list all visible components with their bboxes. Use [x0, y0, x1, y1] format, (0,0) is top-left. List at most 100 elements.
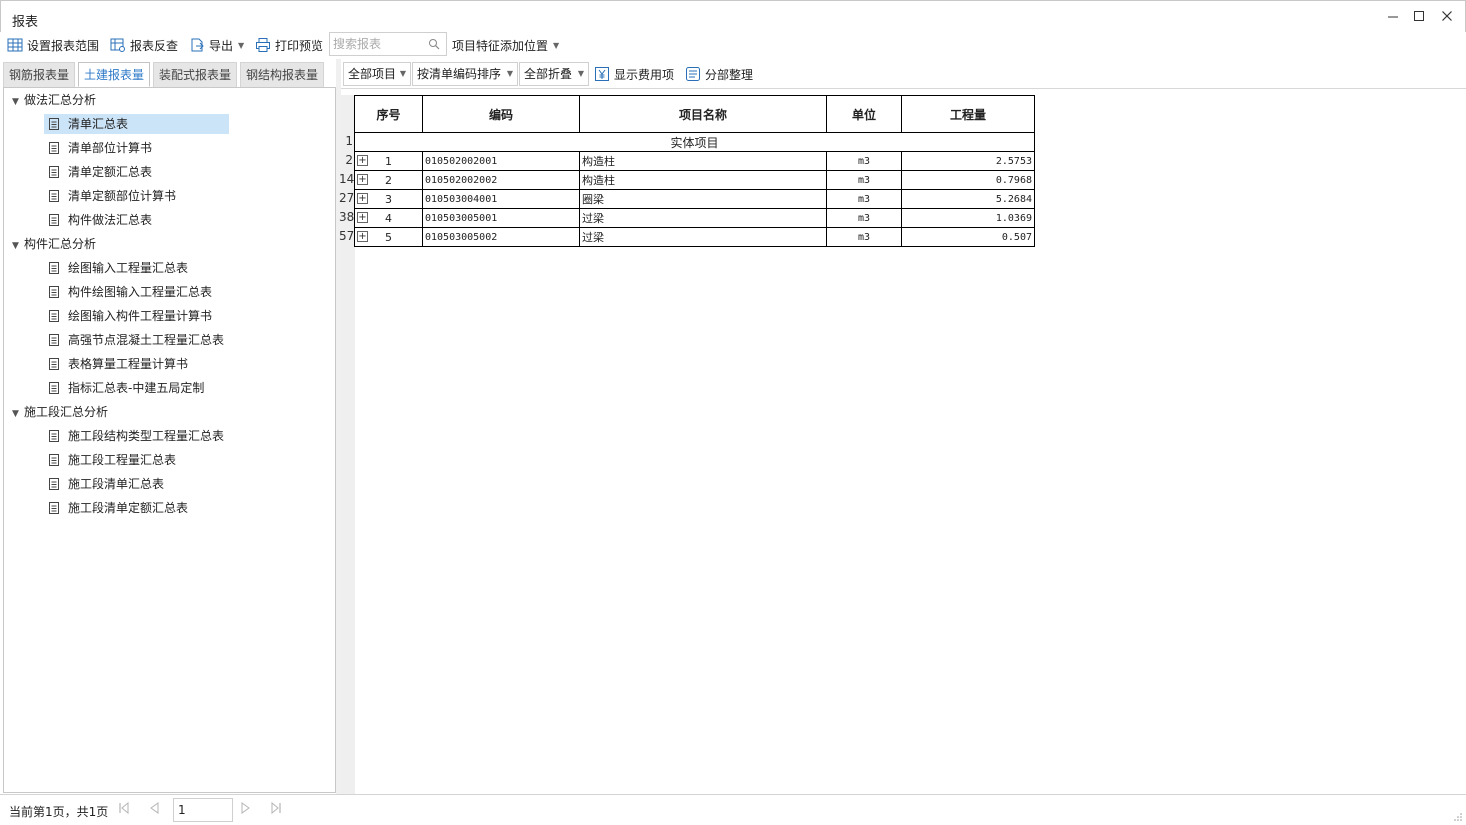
- search-report-box: [329, 32, 447, 56]
- section-row: 实体项目: [354, 132, 1035, 152]
- tree-item[interactable]: 指标汇总表-中建五局定制: [48, 378, 204, 398]
- set-range-label: 设置报表范围: [27, 38, 100, 53]
- tree-item-label: 绘图输入工程量汇总表: [68, 261, 189, 275]
- unit-cell: m3: [826, 170, 902, 190]
- tree-group-component-summary[interactable]: ▼ 构件汇总分析: [12, 233, 96, 255]
- fold-dropdown[interactable]: 全部折叠 ▼: [519, 62, 589, 86]
- tree-item[interactable]: 绘图输入工程量汇总表: [48, 258, 188, 278]
- tab-rebar-report[interactable]: 钢筋报表量: [3, 62, 75, 87]
- name-cell: 过梁: [579, 227, 827, 247]
- document-icon: [49, 166, 59, 178]
- printer-icon: [256, 38, 270, 52]
- unit-cell: m3: [826, 151, 902, 171]
- expand-plus-icon[interactable]: +: [357, 174, 368, 185]
- tree-item[interactable]: 清单部位计算书: [48, 138, 152, 158]
- document-icon: [49, 382, 59, 394]
- chevron-down-icon: ▼: [399, 69, 406, 78]
- reverse-check-button[interactable]: 报表反查: [110, 35, 178, 55]
- tree-item[interactable]: 清单定额部位计算书: [48, 186, 176, 206]
- seq-cell: +5: [354, 227, 423, 247]
- tree-item[interactable]: 构件做法汇总表: [48, 210, 152, 230]
- report-type-tabs: 钢筋报表量 土建报表量 装配式报表量 钢结构报表量: [0, 59, 336, 87]
- expand-arrow-icon[interactable]: ▼: [12, 403, 24, 425]
- prev-page-button[interactable]: [146, 802, 162, 818]
- document-icon: [49, 334, 59, 346]
- expand-plus-icon[interactable]: +: [357, 193, 368, 204]
- main-toolbar: 设置报表范围 报表反查 导出 ▼ 打印预览 项目特征添加位置 ▼: [0, 32, 1466, 58]
- left-panel: 钢筋报表量 土建报表量 装配式报表量 钢结构报表量 ▼ 做法汇总分析 清单汇总表 …: [0, 59, 336, 794]
- print-preview-button[interactable]: 打印预览: [255, 35, 323, 55]
- tree-item[interactable]: 高强节点混凝土工程量汇总表: [48, 330, 224, 350]
- next-page-button[interactable]: [238, 802, 254, 818]
- tree-item[interactable]: 施工段结构类型工程量汇总表: [48, 426, 224, 446]
- document-icon: [49, 142, 59, 154]
- next-page-icon: [241, 802, 250, 814]
- set-range-button[interactable]: 设置报表范围: [7, 35, 99, 55]
- resize-grip-icon[interactable]: [1453, 812, 1463, 822]
- tab-prefab-report[interactable]: 装配式报表量: [153, 62, 237, 87]
- tree-item-label: 清单定额部位计算书: [68, 189, 177, 203]
- sort-dropdown[interactable]: 按清单编码排序 ▼: [412, 62, 518, 86]
- column-header: 编码: [422, 95, 580, 133]
- close-button[interactable]: [1437, 9, 1457, 27]
- tab-civil-report[interactable]: 土建报表量: [78, 62, 150, 87]
- tree-item-label: 绘图输入构件工程量计算书: [68, 309, 213, 323]
- maximize-button[interactable]: [1409, 9, 1429, 27]
- show-fee-button[interactable]: 显示费用项: [594, 64, 674, 84]
- qty-cell: 0.507: [901, 227, 1035, 247]
- search-icon[interactable]: [428, 38, 440, 50]
- first-page-button[interactable]: [116, 801, 132, 818]
- all-items-dropdown[interactable]: 全部项目 ▼: [343, 62, 411, 86]
- section-arrange-label: 分部整理: [705, 67, 754, 82]
- document-icon: [49, 262, 59, 274]
- name-cell: 圈梁: [579, 189, 827, 209]
- tree-item[interactable]: 构件绘图输入工程量汇总表: [48, 282, 212, 302]
- print-preview-label: 打印预览: [275, 38, 324, 53]
- table-row[interactable]: +1 010502002001 构造柱 m3 2.5753: [354, 151, 1035, 171]
- expand-plus-icon[interactable]: +: [357, 231, 368, 242]
- minimize-button[interactable]: [1383, 9, 1403, 27]
- tree-item-label: 构件做法汇总表: [68, 213, 153, 227]
- expand-plus-icon[interactable]: +: [357, 212, 368, 223]
- export-button[interactable]: 导出 ▼: [189, 35, 244, 55]
- tree-item-label: 表格算量工程量计算书: [68, 357, 189, 371]
- chevron-down-icon: ▼: [238, 40, 245, 50]
- table-header-row: 序号 编码 项目名称 单位 工程量: [354, 95, 1035, 133]
- tree-group-stage-summary[interactable]: ▼ 施工段汇总分析: [12, 401, 108, 423]
- tree-item[interactable]: 施工段工程量汇总表: [48, 450, 176, 470]
- name-cell: 构造柱: [579, 151, 827, 171]
- tree-item[interactable]: 施工段清单汇总表: [48, 474, 164, 494]
- tree-group-label: 施工段汇总分析: [24, 405, 109, 419]
- export-icon: [191, 38, 204, 52]
- last-page-icon: [271, 801, 281, 815]
- feature-position-dropdown[interactable]: 项目特征添加位置 ▼: [452, 35, 559, 55]
- report-toolbar: 全部项目 ▼ 按清单编码排序 ▼ 全部折叠 ▼ 显示费用项 分部整理: [341, 60, 1466, 88]
- fold-label: 全部折叠: [524, 67, 573, 81]
- chevron-down-icon: ▼: [506, 69, 513, 78]
- table-row[interactable]: +2 010502002002 构造柱 m3 0.7968: [354, 170, 1035, 190]
- table-row[interactable]: +3 010503004001 圈梁 m3 5.2684: [354, 189, 1035, 209]
- tree-item[interactable]: 表格算量工程量计算书: [48, 354, 188, 374]
- yen-icon: [595, 67, 609, 81]
- qty-cell: 5.2684: [901, 189, 1035, 209]
- section-arrange-button[interactable]: 分部整理: [685, 64, 753, 84]
- document-icon: [49, 502, 59, 514]
- tree-item-bill-summary[interactable]: 清单汇总表: [44, 114, 229, 134]
- tree-item[interactable]: 施工段清单定额汇总表: [48, 498, 188, 518]
- tree-item[interactable]: 清单定额汇总表: [48, 162, 152, 182]
- seq-value: 1: [385, 154, 392, 168]
- tree-group-method-summary[interactable]: ▼ 做法汇总分析: [12, 89, 96, 111]
- search-input[interactable]: [330, 33, 426, 55]
- tree-item[interactable]: 绘图输入构件工程量计算书: [48, 306, 212, 326]
- document-icon: [49, 286, 59, 298]
- last-page-button[interactable]: [268, 801, 284, 818]
- table-row[interactable]: +4 010503005001 过梁 m3 1.0369: [354, 208, 1035, 228]
- table-row[interactable]: +5 010503005002 过梁 m3 0.507: [354, 227, 1035, 247]
- tab-steel-report[interactable]: 钢结构报表量: [240, 62, 324, 87]
- expand-arrow-icon[interactable]: ▼: [12, 91, 24, 113]
- maximize-icon: [1414, 11, 1424, 21]
- page-number-input[interactable]: 1: [173, 798, 233, 822]
- expand-plus-icon[interactable]: +: [357, 155, 368, 166]
- expand-arrow-icon[interactable]: ▼: [12, 235, 24, 257]
- tree-item-label: 清单定额汇总表: [68, 165, 153, 179]
